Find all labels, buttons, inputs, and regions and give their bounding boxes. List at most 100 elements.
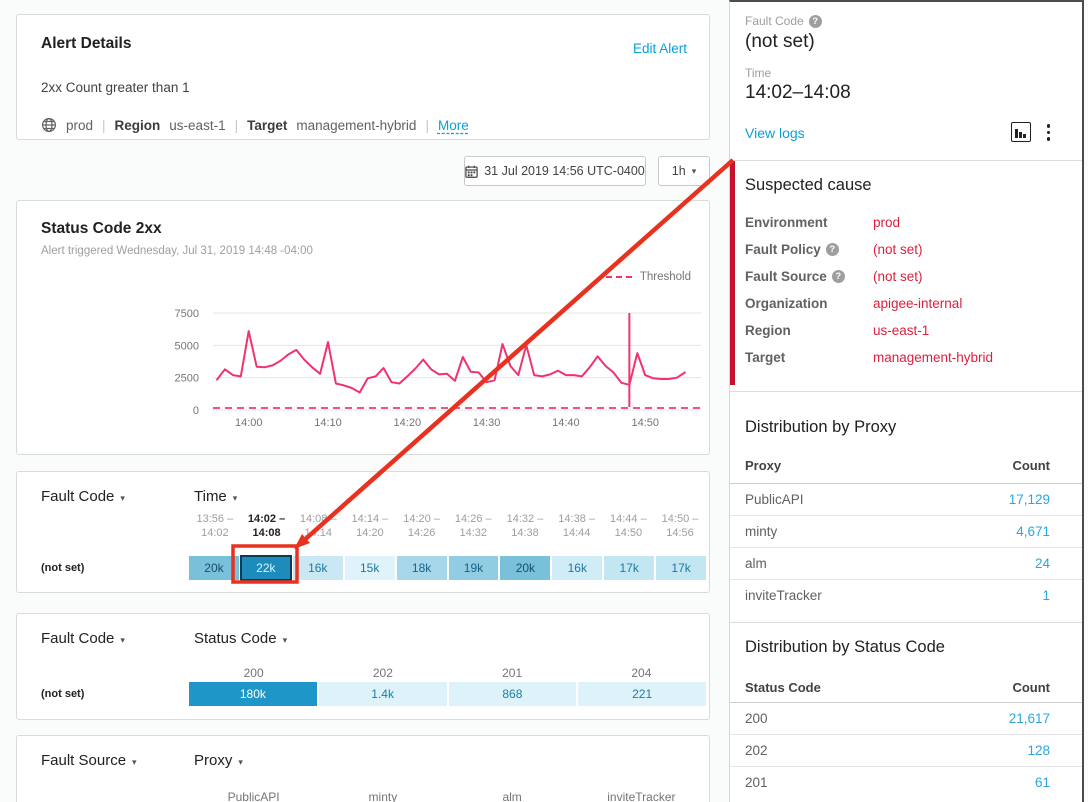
region-value: us-east-1 xyxy=(169,118,225,133)
heatmap-cell[interactable]: 19k xyxy=(449,556,499,580)
cause-label: Target xyxy=(745,350,785,365)
help-icon[interactable]: ? xyxy=(826,243,839,256)
heatmap-cell[interactable]: 18k xyxy=(397,556,447,580)
time-dimension-dropdown[interactable]: Time▾ xyxy=(194,488,237,505)
suspected-cause-row: Regionus-east-1 xyxy=(745,323,1065,338)
cause-label-text: Fault Policy xyxy=(745,242,821,257)
proxy-dimension-dropdown[interactable]: Proxy▾ xyxy=(194,752,243,769)
help-icon[interactable]: ? xyxy=(832,270,845,283)
status-code-dimension-dropdown[interactable]: Status Code▾ xyxy=(194,630,287,647)
time-label: Time xyxy=(745,66,771,80)
count-link[interactable]: 24 xyxy=(1035,556,1050,571)
count-link[interactable]: 21,617 xyxy=(1009,711,1050,726)
time-bucket-line2: 14:20 xyxy=(344,526,396,540)
status-code-name: 201 xyxy=(745,775,768,790)
svg-text:14:10: 14:10 xyxy=(314,417,342,429)
time-bucket-line2: 14:50 xyxy=(603,526,655,540)
target-value: management-hybrid xyxy=(296,118,416,133)
svg-text:14:40: 14:40 xyxy=(552,417,580,429)
time-bucket-line1: 14:38 – xyxy=(551,512,603,526)
view-logs-link[interactable]: View logs xyxy=(745,125,805,141)
status-code-headers: 200202201204 xyxy=(189,666,706,680)
fault-source-proxy-card: Fault Source▾ Proxy▾ PublicAPImintyalmin… xyxy=(16,735,710,802)
time-bucket-header: 14:20 –14:26 xyxy=(396,512,448,540)
interval-dropdown[interactable]: 1h ▾ xyxy=(658,156,710,186)
table-row: 202128 xyxy=(730,734,1082,766)
status-table-header: Status Code Count xyxy=(730,680,1082,704)
proxy-header: PublicAPI xyxy=(189,790,318,802)
heatmap-cell[interactable]: 1.4k xyxy=(319,682,447,706)
heatmap-cell[interactable]: 22k xyxy=(241,556,291,580)
more-link[interactable]: More xyxy=(438,118,469,133)
time-bucket-line2: 14:02 xyxy=(189,526,241,540)
cause-label-text: Target xyxy=(745,350,785,365)
count-link[interactable]: 61 xyxy=(1035,775,1050,790)
heatmap-cell[interactable]: 17k xyxy=(656,556,706,580)
cause-label-text: Environment xyxy=(745,215,828,230)
suspected-cause-row: Environmentprod xyxy=(745,215,1065,230)
suspected-cause-title: Suspected cause xyxy=(745,176,872,195)
heatmap-cell[interactable]: 868 xyxy=(449,682,577,706)
fault-source-dimension-dropdown[interactable]: Fault Source▾ xyxy=(41,752,137,769)
table-row: PublicAPI17,129 xyxy=(730,483,1082,515)
alert-environment: prod xyxy=(66,118,93,133)
fault-code-dimension-dropdown[interactable]: Fault Code▾ xyxy=(41,630,125,647)
time-bucket-header: 14:26 –14:32 xyxy=(447,512,499,540)
proxy-headers: PublicAPImintyalminviteTracker xyxy=(189,790,706,802)
heatmap-cell[interactable]: 20k xyxy=(500,556,550,580)
status-code-header: 201 xyxy=(448,666,577,680)
time-bucket-header: 14:50 –14:56 xyxy=(654,512,706,540)
line-chart: 025005000750014:0014:1014:2014:3014:4014… xyxy=(17,201,709,454)
heatmap-cell[interactable]: 221 xyxy=(578,682,706,706)
count-link[interactable]: 17,129 xyxy=(1009,492,1050,507)
proxy-name: minty xyxy=(745,524,777,539)
time-bucket-line2: 14:14 xyxy=(292,526,344,540)
alert-condition: 2xx Count greater than 1 xyxy=(41,80,190,95)
fault-code-label: Fault Code ? xyxy=(745,14,822,28)
edit-alert-link[interactable]: Edit Alert xyxy=(633,41,687,56)
heatmap-cell[interactable]: 16k xyxy=(552,556,602,580)
date-range-button[interactable]: 31 Jul 2019 14:56 UTC-0400 xyxy=(464,156,646,186)
help-icon[interactable]: ? xyxy=(809,15,822,28)
time-bucket-header: 13:56 –14:02 xyxy=(189,512,241,540)
kebab-menu-icon[interactable] xyxy=(1045,122,1053,143)
chevron-down-icon: ▾ xyxy=(233,493,238,503)
time-bucket-line1: 14:20 – xyxy=(396,512,448,526)
region-label: Region xyxy=(115,118,161,133)
svg-text:7500: 7500 xyxy=(175,308,199,320)
cause-label: Region xyxy=(745,323,791,338)
cause-label-text: Organization xyxy=(745,296,828,311)
bar-chart-icon[interactable] xyxy=(1011,122,1031,142)
cause-value: apigee-internal xyxy=(873,296,962,311)
heatmap-cell[interactable]: 15k xyxy=(345,556,395,580)
count-link[interactable]: 128 xyxy=(1027,743,1050,758)
suspected-cause-row: Fault Source?(not set) xyxy=(745,269,1065,284)
fault-code-time-card: Fault Code▾ Time▾ 13:56 –14:0214:02 –14:… xyxy=(16,471,710,593)
heatmap-cell[interactable]: 180k xyxy=(189,682,317,706)
alerts-investigate-page: Alert Details Edit Alert 2xx Count great… xyxy=(0,0,1088,802)
proxy-header: alm xyxy=(448,790,577,802)
count-link[interactable]: 1 xyxy=(1042,588,1050,603)
time-bucket-line1: 14:02 – xyxy=(241,512,293,526)
time-bucket-header: 14:38 –14:44 xyxy=(551,512,603,540)
chevron-down-icon: ▾ xyxy=(238,757,243,767)
heatmap-cell[interactable]: 20k xyxy=(189,556,239,580)
svg-text:5000: 5000 xyxy=(175,340,199,352)
count-link[interactable]: 4,671 xyxy=(1016,524,1050,539)
fault-code-value: (not set) xyxy=(745,31,815,53)
fault-code-dimension-dropdown[interactable]: Fault Code▾ xyxy=(41,488,125,505)
heatmap-cell[interactable]: 16k xyxy=(293,556,343,580)
svg-text:14:50: 14:50 xyxy=(631,417,659,429)
chevron-down-icon: ▾ xyxy=(120,635,125,645)
status-code-name: 200 xyxy=(745,711,768,726)
time-bucket-line2: 14:56 xyxy=(654,526,706,540)
alert-details-title: Alert Details xyxy=(41,35,685,53)
status-code-chart-card: Status Code 2xx Alert triggered Wednesda… xyxy=(16,200,710,455)
chevron-down-icon: ▾ xyxy=(120,493,125,503)
globe-icon xyxy=(41,117,57,133)
status-code-header: 200 xyxy=(189,666,318,680)
svg-text:2500: 2500 xyxy=(175,373,199,385)
cause-label-text: Region xyxy=(745,323,791,338)
heatmap-cell[interactable]: 17k xyxy=(604,556,654,580)
table-row: 201 61 xyxy=(730,766,1082,798)
